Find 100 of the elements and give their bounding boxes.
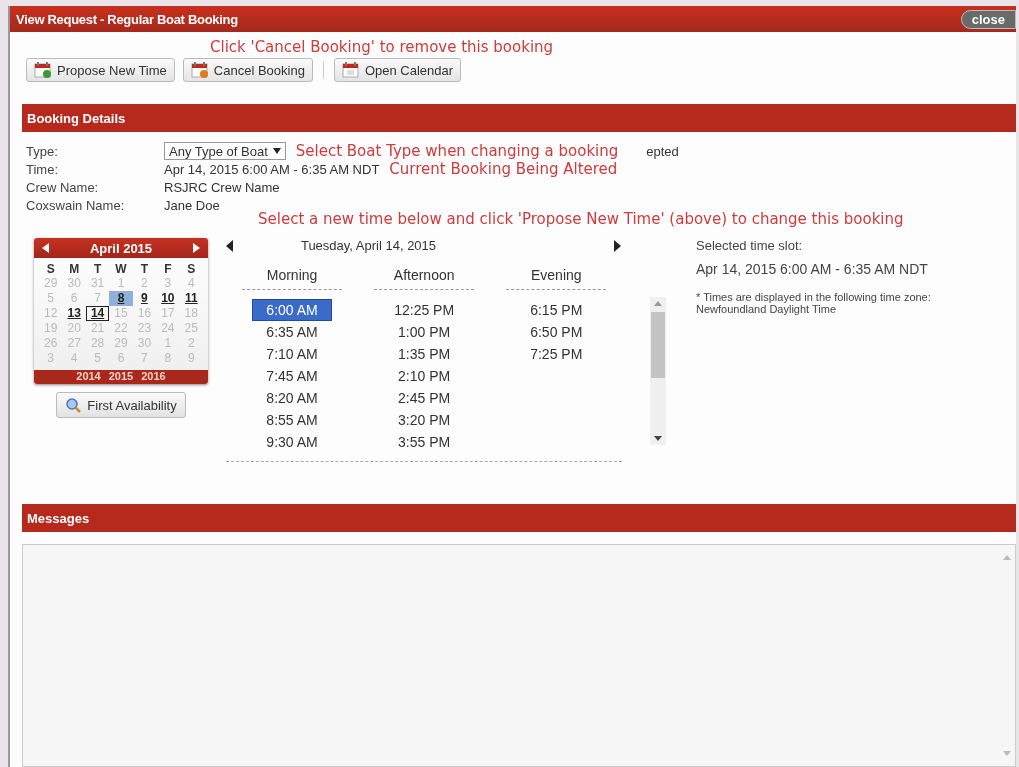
weekday-label: T [92, 262, 103, 276]
time-slot[interactable]: 7:10 AM [253, 344, 332, 364]
previous-month-icon[interactable] [42, 243, 50, 253]
scroll-up-icon[interactable] [1003, 555, 1011, 560]
calendar-day[interactable]: 22 [109, 321, 133, 336]
calendar-day[interactable]: 6 [62, 291, 86, 306]
scrollbar-thumb[interactable] [651, 312, 666, 378]
column-heading: Morning [242, 259, 343, 290]
calendar-day[interactable]: 31 [85, 276, 110, 291]
field-label: Crew Name: [26, 179, 100, 195]
calendar-day[interactable]: 1 [109, 276, 133, 291]
section-title: Messages [27, 510, 90, 526]
calendar-day[interactable]: 3 [156, 276, 180, 291]
time-slot[interactable]: 7:45 AM [253, 366, 332, 386]
calendar-day[interactable]: 5 [39, 291, 63, 306]
calendar-day[interactable]: 29 [109, 336, 133, 351]
toolbar-button[interactable]: Open Calendar [333, 58, 462, 82]
time-slot[interactable]: 9:30 AM [253, 432, 332, 452]
field-label: Type: [26, 143, 59, 159]
field-value: Apr 14, 2015 6:00 AM - 6:35 AM NDT [164, 161, 380, 177]
calendar-day[interactable]: 9 [132, 291, 157, 306]
annotation-text: Select a new time below and click 'Propose New Time' (above) to change this booking [258, 210, 904, 228]
time-slot[interactable]: 6:35 AM [253, 322, 332, 342]
calendar-day[interactable]: 29 [39, 276, 63, 291]
time-slot[interactable]: 2:45 PM [385, 388, 464, 408]
previous-day-icon[interactable] [226, 239, 234, 252]
time-slot[interactable]: 2:10 PM [385, 366, 464, 386]
calendar-day[interactable]: 2 [132, 276, 157, 291]
toolbar-button[interactable]: Cancel Booking [182, 58, 313, 82]
time-slot[interactable]: 12:25 PM [385, 300, 464, 320]
scroll-down-icon[interactable] [654, 436, 663, 441]
field-label: Coxswain Name: [26, 197, 126, 213]
column-heading: Evening [506, 259, 607, 290]
calendar-icon [190, 61, 209, 79]
calendar-day[interactable]: 1 [156, 336, 180, 351]
scrollbar[interactable] [650, 297, 666, 445]
calendar-day[interactable]: 27 [62, 336, 86, 351]
calendar-day[interactable]: 12 [39, 306, 63, 321]
time-slot[interactable]: 3:55 PM [385, 432, 464, 452]
calendar-day[interactable]: 20 [62, 321, 86, 336]
calendar-day[interactable]: 23 [132, 321, 157, 336]
calendar-day[interactable]: 18 [179, 306, 203, 321]
window-title: View Request - Regular Boat Booking [16, 11, 238, 27]
time-slot[interactable]: 8:20 AM [253, 388, 332, 408]
calendar-day[interactable]: 13 [62, 306, 86, 321]
weekday-label: M [68, 262, 81, 276]
search-icon [65, 397, 82, 413]
calendar-day[interactable]: 10 [156, 291, 180, 306]
field-value: Jane Doe [164, 197, 220, 213]
time-slot[interactable]: 3:20 PM [385, 410, 464, 430]
calendar-day[interactable]: 17 [156, 306, 180, 321]
calendar-day[interactable]: 30 [132, 336, 157, 351]
year-link[interactable]: 2016 [141, 370, 166, 384]
time-slot[interactable]: 1:35 PM [385, 344, 464, 364]
time-slot[interactable]: 1:00 PM [385, 322, 464, 342]
calendar-day[interactable]: 21 [85, 321, 110, 336]
time-zone-note: * Times are displayed in the following time zone: Newfoundland Daylight Time [696, 291, 932, 315]
time-slot[interactable]: 6:00 AM [253, 300, 332, 320]
calendar-day[interactable]: 2 [179, 336, 203, 351]
weekday-label: S [45, 262, 56, 276]
calendar-day[interactable]: 14 [85, 306, 110, 321]
field-label: Time: [26, 161, 60, 177]
calendar-day[interactable]: 24 [156, 321, 180, 336]
calendar-day[interactable]: 16 [132, 306, 157, 321]
close-button[interactable]: close [960, 9, 1016, 29]
section-title: Booking Details [27, 110, 126, 126]
year-link[interactable]: 2015 [108, 370, 134, 384]
time-slot[interactable]: 6:15 PM [517, 300, 596, 320]
annotation-text: Current Booking Being Altered [389, 160, 618, 178]
first-availability-button[interactable]: First Availability [56, 392, 186, 418]
year-link[interactable]: 2014 [76, 370, 101, 384]
time-slot[interactable]: 7:25 PM [517, 344, 596, 364]
scroll-up-icon[interactable] [654, 301, 663, 306]
calendar-icon [341, 61, 360, 79]
column-heading: Afternoon [374, 259, 475, 290]
time-slot[interactable]: 6:50 PM [517, 322, 596, 342]
calendar-day[interactable]: 30 [62, 276, 86, 291]
calendar-day[interactable]: 25 [179, 321, 203, 336]
calendar-day[interactable]: 11 [179, 291, 203, 306]
boat-type-select[interactable]: Any Type of Boat [164, 142, 286, 160]
calendar-day[interactable]: 4 [179, 276, 203, 291]
next-day-icon[interactable] [613, 239, 621, 252]
calendar-day[interactable]: 26 [39, 336, 63, 351]
calendar-day[interactable]: 7 [85, 291, 110, 306]
calendar-day[interactable]: 19 [39, 321, 63, 336]
calendar-icon [34, 61, 52, 79]
month-title: April 2015 [89, 240, 153, 256]
toolbar-button[interactable]: Propose New Time [26, 58, 175, 82]
calendar-day[interactable]: 28 [85, 336, 110, 351]
calendar-day[interactable]: 8 [109, 291, 133, 306]
weekday-label: T [139, 262, 150, 276]
calendar-day[interactable]: 15 [109, 306, 133, 321]
dropdown-caret-icon [272, 148, 281, 154]
next-month-icon[interactable] [192, 243, 200, 253]
selected-slot-value: Apr 14, 2015 6:00 AM - 6:35 AM NDT [696, 261, 929, 277]
annotation-text: Click 'Cancel Booking' to remove this booking [210, 38, 554, 56]
status-text: epted [646, 143, 679, 159]
time-slot[interactable]: 8:55 AM [253, 410, 332, 430]
weekday-label: F [163, 262, 173, 276]
annotation-text: Select Boat Type when changing a booking [295, 142, 619, 160]
